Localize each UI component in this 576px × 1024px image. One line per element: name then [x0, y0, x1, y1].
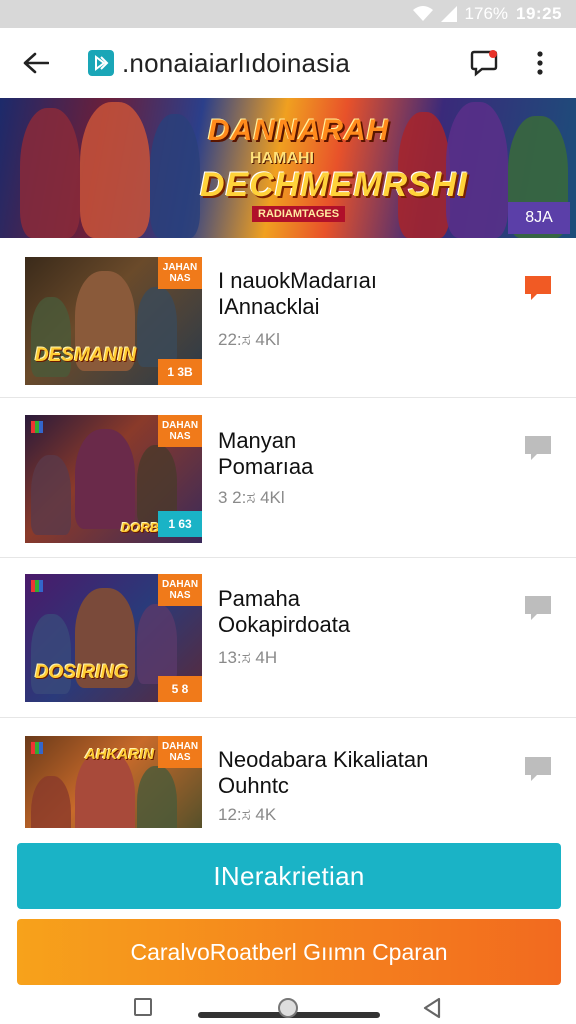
chat-button[interactable] [462, 41, 506, 85]
thumbnail-logo: DESMANIN [35, 345, 137, 366]
thumbnail-logo: DOSIRING [35, 662, 129, 683]
home-button[interactable] [278, 998, 298, 1018]
banner-character-art [150, 114, 200, 238]
mini-flag-icon [31, 742, 43, 754]
clock: 19:25 [516, 4, 562, 23]
comment-button[interactable] [520, 590, 556, 626]
thumbnail-logo: AHKARIN [85, 746, 155, 763]
comment-button[interactable] [520, 751, 556, 787]
game-thumbnail: DESMANIN JAHAN NAS 1 3B [25, 257, 202, 385]
comment-icon [525, 596, 551, 620]
list-item[interactable]: DORBIAN DAHAN NAS 1 63 Manyan Pomarıaa 3… [0, 398, 576, 558]
back-button[interactable] [10, 37, 62, 89]
more-options-button[interactable] [524, 41, 556, 85]
comment-icon [525, 436, 551, 460]
game-list: DESMANIN JAHAN NAS 1 3B I nauokMadarıaı … [0, 238, 576, 828]
cell-signal-icon [440, 6, 457, 22]
mini-flag-icon [31, 580, 43, 592]
status-bar: 176% 19:25 [0, 0, 576, 28]
secondary-action-button[interactable]: CaralvoRoatberl Gıımn Cparan [17, 919, 561, 985]
game-meta: 3 2:ಸ 4Kl [218, 488, 285, 507]
app-title: .nonaiaiarlıdoinasia [122, 47, 351, 78]
mini-flag-icon [31, 421, 43, 433]
app-bar: .nonaiaiarlıdoinasia [0, 28, 576, 98]
banner-main-title: DECHMEMRSHI [200, 166, 468, 204]
nav-back-button[interactable] [422, 997, 442, 1024]
chat-bubble-icon [470, 50, 498, 77]
game-title: Manyan Pomarıaa [218, 428, 314, 479]
thumbnail-rating: 1 63 [158, 511, 202, 537]
wifi-icon [412, 6, 433, 22]
thumbnail-tag: DAHAN NAS [158, 736, 202, 768]
thumbnail-tag: DAHAN NAS [158, 574, 202, 606]
arrow-left-icon [23, 52, 49, 74]
comment-button[interactable] [520, 430, 556, 466]
app-logo-icon [88, 50, 114, 76]
thumbnail-rating: 5 8 [158, 676, 202, 702]
game-meta: 22:ಸ 4Kl [218, 330, 280, 349]
recent-apps-button[interactable] [134, 998, 152, 1016]
banner-tag: RADIAMTAGES [252, 206, 346, 222]
game-title: I nauokMadarıaı IAnnacklai [218, 268, 377, 319]
game-thumbnail: DOSIRING DAHAN NAS 5 8 [25, 574, 202, 702]
thumbnail-tag: JAHAN NAS [158, 257, 202, 289]
thumbnail-rating: 1 3B [158, 359, 202, 385]
game-thumbnail: AHKARIN DAHAN NAS [25, 736, 202, 828]
system-nav-bar [0, 990, 576, 1024]
triangle-back-icon [423, 997, 441, 1019]
banner-title: DANNARAH [208, 114, 390, 147]
primary-action-button[interactable]: INerakrietian [17, 843, 561, 909]
thumbnail-tag: DAHAN NAS [158, 415, 202, 447]
game-title: Neodabara Kikaliatan Ouhntc [218, 747, 429, 798]
banner-character-art [80, 102, 150, 238]
game-thumbnail: DORBIAN DAHAN NAS 1 63 [25, 415, 202, 543]
comment-button[interactable] [520, 270, 556, 306]
banner-character-art [20, 108, 80, 238]
list-item[interactable]: AHKARIN DAHAN NAS Neodabara Kikaliatan O… [0, 719, 576, 828]
battery-level: 176% [464, 4, 509, 23]
game-title: Pamaha Ookapirdoata [218, 586, 351, 637]
promo-banner[interactable]: DANNARAH HAMAHI DECHMEMRSHI RADIAMTAGES … [0, 98, 576, 238]
more-vertical-icon [537, 51, 543, 75]
comment-icon [525, 276, 551, 300]
banner-count-badge: 8JA [508, 202, 570, 234]
list-item[interactable]: DOSIRING DAHAN NAS 5 8 Pamaha Ookapirdoa… [0, 558, 576, 718]
comment-icon [525, 757, 551, 781]
game-meta: 13:ಸ 4H [218, 648, 278, 667]
list-item[interactable]: DESMANIN JAHAN NAS 1 3B I nauokMadarıaı … [0, 238, 576, 398]
game-meta: 12:ಸ 4K [218, 805, 277, 824]
